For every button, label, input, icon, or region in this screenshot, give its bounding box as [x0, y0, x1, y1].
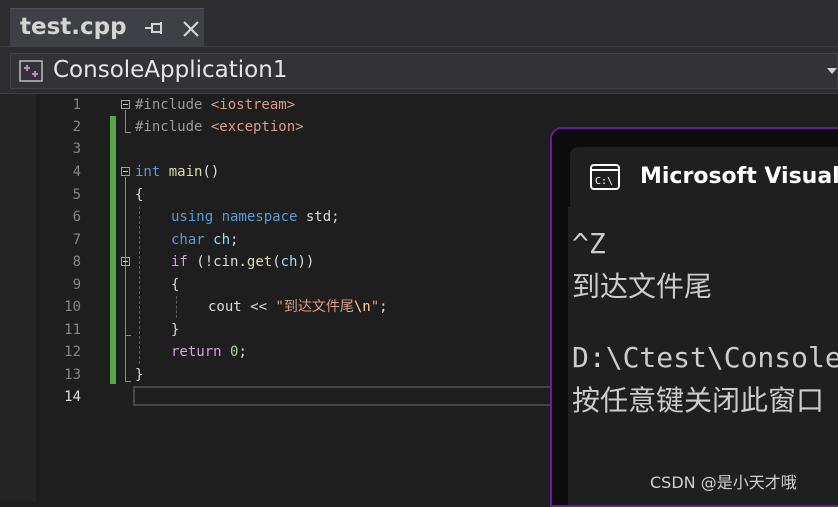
- console-line: D:\Ctest\Console: [572, 341, 838, 374]
- code-line: using namespace std;: [171, 206, 340, 228]
- code-line: cout << "到达文件尾\n";: [208, 296, 388, 318]
- console-line: ^Z: [572, 227, 606, 260]
- code-token: cin: [213, 254, 239, 270]
- code-token: ;: [379, 299, 388, 315]
- code-token: #include: [135, 97, 211, 113]
- code-token: using namespace: [171, 209, 298, 225]
- outline-line: [125, 381, 131, 382]
- code-token: char: [171, 232, 205, 248]
- console-line: 到达文件尾: [572, 270, 713, 303]
- line-number: 10: [64, 299, 81, 315]
- code-token: ": [370, 299, 380, 315]
- code-token: {: [171, 277, 180, 293]
- code-line: char ch;: [171, 229, 238, 251]
- line-number: 1: [72, 97, 81, 113]
- code-token: ch: [280, 254, 298, 270]
- code-token: .: [238, 254, 247, 270]
- code-token: 0: [221, 344, 239, 360]
- line-number: 7: [72, 232, 81, 248]
- console-titlebar: C:\ Microsoft Visual Studio: [552, 129, 838, 207]
- indent-guide: [139, 206, 140, 364]
- line-number: 2: [72, 119, 81, 135]
- outline-line: [125, 335, 131, 336]
- code-line: {: [171, 274, 179, 296]
- terminal-icon: C:\: [590, 164, 620, 190]
- code-line: if (!cin.get(ch)): [171, 251, 314, 273]
- code-token: (: [272, 254, 281, 270]
- code-token: int: [135, 164, 161, 180]
- code-token: {: [135, 187, 144, 203]
- code-line: }: [171, 319, 179, 341]
- line-number: 8: [72, 254, 81, 270]
- code-token: ;: [331, 209, 340, 225]
- code-line: {: [135, 184, 143, 206]
- code-line: return 0;: [171, 341, 247, 363]
- code-token: )): [297, 254, 315, 270]
- line-number: 9: [72, 277, 81, 293]
- document-tab-strip: test.cpp: [0, 0, 838, 46]
- line-number-active: 14: [64, 389, 81, 405]
- code-line: #include <exception>: [135, 116, 304, 138]
- indent-guide: [176, 296, 177, 318]
- watermark: CSDN @是小天才哦: [650, 473, 797, 492]
- line-number: 13: [64, 367, 81, 383]
- project-dropdown[interactable]: ConsoleApplication1: [10, 53, 838, 89]
- outline-line: [125, 267, 126, 335]
- line-number: 6: [72, 209, 81, 225]
- code-token: (): [202, 164, 220, 180]
- code-token: }: [171, 322, 180, 338]
- code-token: #include: [135, 119, 211, 135]
- project-name: ConsoleApplication1: [53, 57, 288, 83]
- code-token: (!: [187, 254, 214, 270]
- collapse-icon[interactable]: [121, 167, 130, 176]
- code-line: #include <iostream>: [135, 94, 295, 116]
- line-number: 5: [72, 187, 81, 203]
- code-token: }: [135, 367, 144, 383]
- code-token: if: [171, 254, 188, 270]
- line-number: 11: [64, 322, 81, 338]
- code-token: ;: [230, 232, 239, 248]
- tab-title: test.cpp: [20, 14, 127, 40]
- collapse-icon[interactable]: [121, 257, 130, 266]
- code-token: return: [171, 344, 222, 360]
- code-line: }: [135, 364, 143, 386]
- console-window[interactable]: C:\ Microsoft Visual Studio ^Z 到达文件尾 D:\…: [550, 127, 838, 507]
- code-token: std: [297, 209, 332, 225]
- navigation-bar: ConsoleApplication1: [0, 46, 838, 94]
- code-token: main: [160, 164, 203, 180]
- close-icon[interactable]: [182, 20, 200, 38]
- code-token: \n: [353, 299, 371, 315]
- console-tab[interactable]: C:\ Microsoft Visual Studio: [570, 147, 838, 207]
- change-tracking-bar: [110, 116, 116, 384]
- code-token: ch: [204, 232, 231, 248]
- console-output: ^Z 到达文件尾 D:\Ctest\Console 按任意键关闭此窗口: [568, 207, 838, 505]
- tab-test-cpp[interactable]: test.cpp: [10, 8, 204, 46]
- code-line: int main(): [135, 161, 219, 183]
- chevron-down-icon[interactable]: [827, 68, 837, 74]
- code-token: get: [246, 254, 273, 270]
- indicator-margin: [0, 94, 36, 501]
- pin-icon[interactable]: [145, 21, 165, 35]
- console-line: 按任意键关闭此窗口: [572, 384, 825, 417]
- line-number: 3: [72, 141, 81, 157]
- code-token: <iostream>: [210, 97, 296, 113]
- code-token: <exception>: [210, 119, 304, 135]
- console-title: Microsoft Visual Studio: [640, 164, 838, 189]
- outline-line: [125, 110, 126, 132]
- project-icon: [19, 60, 43, 82]
- code-token: ;: [238, 344, 247, 360]
- code-token: "到达文件尾: [275, 299, 354, 315]
- line-number: 12: [64, 344, 81, 360]
- code-token: cout <<: [208, 299, 276, 315]
- outline-line: [125, 132, 131, 133]
- collapse-icon[interactable]: [121, 100, 130, 109]
- svg-text:C:\: C:\: [595, 176, 613, 187]
- line-number: 4: [72, 164, 81, 180]
